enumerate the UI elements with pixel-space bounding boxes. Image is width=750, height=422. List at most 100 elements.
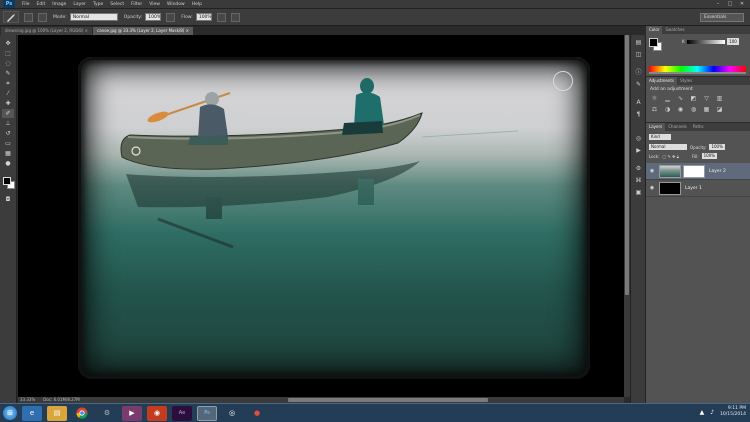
- tab-styles[interactable]: Styles: [677, 77, 695, 85]
- internet-explorer-icon[interactable]: e: [22, 405, 42, 421]
- layer-name[interactable]: Layer 1: [685, 186, 702, 191]
- paragraph-icon[interactable]: ¶: [634, 111, 643, 119]
- layer-kind-select[interactable]: Kind: [649, 134, 671, 140]
- workspace-select[interactable]: Essentials: [700, 13, 744, 22]
- tool-presets-icon[interactable]: ⚙: [634, 165, 643, 173]
- firefox-icon[interactable]: ◉: [147, 405, 167, 421]
- crop-tool-icon[interactable]: ⌗: [2, 79, 14, 88]
- menu-edit[interactable]: Edit: [37, 2, 46, 7]
- channel-mixer-icon[interactable]: ◍: [689, 106, 698, 114]
- navigator-icon[interactable]: ◎: [634, 135, 643, 143]
- menu-file[interactable]: File: [22, 2, 30, 7]
- color-lookup-icon[interactable]: ▦: [702, 106, 711, 114]
- curves-icon[interactable]: ∿: [676, 95, 685, 103]
- color-balance-icon[interactable]: ⚖: [650, 106, 659, 114]
- menu-window[interactable]: Window: [167, 2, 185, 7]
- pressure-size-icon[interactable]: [230, 12, 240, 22]
- layer-comps-icon[interactable]: ▣: [634, 189, 643, 197]
- opacity-field[interactable]: 100%: [145, 13, 162, 21]
- layer-row-layer-2[interactable]: ◉ Layer 2: [646, 163, 750, 180]
- menu-image[interactable]: Image: [52, 2, 66, 7]
- maximize-button[interactable]: □: [726, 1, 734, 8]
- eyedropper-tool-icon[interactable]: ⁄: [2, 89, 14, 98]
- color-spectrum-ramp[interactable]: [649, 66, 746, 74]
- quick-mask-icon[interactable]: ◘: [2, 195, 14, 204]
- tab-swatches[interactable]: Swatches: [662, 26, 687, 34]
- invert-icon[interactable]: ◪: [715, 106, 724, 114]
- vertical-scroll-thumb[interactable]: [625, 35, 629, 295]
- after-effects-icon[interactable]: Ae: [172, 405, 192, 421]
- tab-canoe[interactable]: canoe.jpg @ 33.3% (Layer 2, Layer Mask/8…: [93, 27, 193, 35]
- k-value-field[interactable]: 100: [727, 38, 739, 45]
- menu-layer[interactable]: Layer: [73, 2, 86, 7]
- layer-opacity-field[interactable]: 100%: [709, 144, 725, 150]
- foreground-color-swatch[interactable]: [3, 177, 11, 185]
- move-tool-icon[interactable]: ✥: [2, 39, 14, 48]
- tool-preset-picker[interactable]: [3, 11, 19, 23]
- gradient-tool-icon[interactable]: ▦: [2, 149, 14, 158]
- layer-mask-thumbnail[interactable]: [683, 164, 705, 178]
- actions-icon[interactable]: ▶: [634, 147, 643, 155]
- lock-icons[interactable]: ▢ ✎ ✥ 🔒︎: [662, 154, 678, 159]
- flow-field[interactable]: 100%: [195, 13, 212, 21]
- eraser-tool-icon[interactable]: ▭: [2, 139, 14, 148]
- layer-row-layer-1[interactable]: ◉ Layer 1: [646, 180, 750, 197]
- blend-mode-select[interactable]: Normal: [649, 144, 687, 150]
- canoe-photo[interactable]: [78, 57, 590, 379]
- pressure-opacity-icon[interactable]: [166, 12, 176, 22]
- horizontal-scroll-thumb[interactable]: [288, 398, 488, 402]
- clone-source-icon[interactable]: ⌘: [634, 177, 643, 185]
- menu-select[interactable]: Select: [110, 2, 124, 7]
- photo-filter-icon[interactable]: ◉: [676, 106, 685, 114]
- photoshop-taskbar-icon[interactable]: Ps: [197, 405, 217, 421]
- menu-help[interactable]: Help: [192, 2, 202, 7]
- tab-drowning[interactable]: drowning.jpg @ 100% (Layer 2, RGB/8) ×: [1, 27, 93, 35]
- layer-name[interactable]: Layer 2: [709, 169, 726, 174]
- visibility-eye-icon[interactable]: ◉: [648, 168, 656, 174]
- black-white-icon[interactable]: ◑: [663, 106, 672, 114]
- lasso-tool-icon[interactable]: ◌: [2, 59, 14, 68]
- menu-view[interactable]: View: [149, 2, 160, 7]
- tab-paths[interactable]: Paths: [690, 123, 707, 131]
- capture-tool-icon[interactable]: ◎: [222, 406, 242, 421]
- volume-icon[interactable]: ♪: [710, 409, 714, 416]
- history-icon[interactable]: ▤: [634, 39, 643, 47]
- brush-panel-toggle-icon[interactable]: [38, 12, 47, 22]
- chrome-icon[interactable]: [72, 406, 92, 421]
- color-panel-foreground-swatch[interactable]: [649, 38, 658, 47]
- brightness-contrast-icon[interactable]: ☼: [650, 95, 659, 103]
- brush-size-picker[interactable]: [24, 12, 33, 22]
- levels-icon[interactable]: ▁: [663, 95, 672, 103]
- menu-type[interactable]: Type: [93, 2, 103, 7]
- character-icon[interactable]: A: [634, 99, 643, 107]
- steam-icon[interactable]: ⚙: [97, 406, 117, 421]
- history-brush-tool-icon[interactable]: ↺: [2, 129, 14, 138]
- canvas-area[interactable]: [18, 35, 624, 397]
- tab-adjustments[interactable]: Adjustments: [646, 77, 678, 85]
- close-button[interactable]: ✕: [738, 1, 746, 8]
- quick-select-tool-icon[interactable]: ✎: [2, 69, 14, 78]
- media-player-icon[interactable]: ▶: [122, 405, 142, 421]
- properties-icon[interactable]: ◫: [634, 51, 643, 59]
- clock[interactable]: 9:11 PM 10/15/2014: [720, 406, 746, 418]
- visibility-eye-icon[interactable]: ◉: [648, 185, 656, 191]
- airbrush-icon[interactable]: [216, 12, 226, 22]
- brush-presets-icon[interactable]: ✎: [634, 81, 643, 89]
- tab-color[interactable]: Color: [646, 26, 663, 34]
- menu-filter[interactable]: Filter: [131, 2, 142, 7]
- tab-channels[interactable]: Channels: [665, 123, 690, 131]
- vibrance-icon[interactable]: ▽: [702, 95, 711, 103]
- k-slider[interactable]: [687, 40, 725, 44]
- clone-stamp-tool-icon[interactable]: ⊥: [2, 119, 14, 128]
- network-icon[interactable]: ▲: [700, 409, 705, 416]
- info-icon[interactable]: ⓘ: [634, 69, 643, 77]
- start-button[interactable]: ⊞: [3, 406, 17, 420]
- exposure-icon[interactable]: ◩: [689, 95, 698, 103]
- marquee-tool-icon[interactable]: ⬚: [2, 49, 14, 58]
- fill-field[interactable]: 100%: [701, 153, 718, 159]
- mode-select[interactable]: Normal: [69, 13, 118, 21]
- minimize-button[interactable]: –: [714, 1, 722, 8]
- recorder-icon[interactable]: ●: [247, 406, 267, 421]
- healing-tool-icon[interactable]: ✚: [2, 99, 14, 108]
- dodge-tool-icon[interactable]: ●: [2, 159, 14, 168]
